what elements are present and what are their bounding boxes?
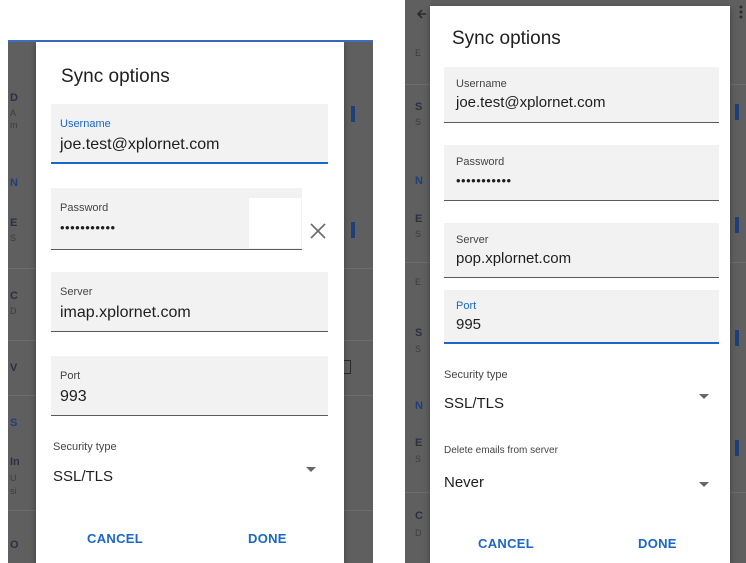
bg-toggle: [735, 330, 739, 346]
port-value: 993: [60, 388, 87, 405]
username-field[interactable]: Username joe.test@xplornet.com: [444, 67, 719, 123]
security-type-select[interactable]: Security type SSL/TLS: [51, 434, 328, 492]
server-value: pop.xplornet.com: [456, 250, 572, 267]
bg-toggle: [351, 106, 355, 122]
security-type-value: SSL/TLS: [53, 468, 114, 485]
dialog-title: Sync options: [452, 28, 561, 49]
bg-letter: N: [415, 175, 423, 187]
port-label: Port: [60, 370, 81, 382]
bg-letter: E: [415, 213, 423, 225]
server-field[interactable]: Server pop.xplornet.com: [444, 223, 719, 278]
bg-toggle: [735, 217, 739, 233]
dropdown-caret-icon: [699, 482, 709, 487]
bg-letter: N: [415, 400, 423, 412]
password-label: Password: [60, 202, 109, 214]
clear-button-area: [249, 198, 301, 248]
bg-letter: E: [415, 277, 422, 287]
username-label: Username: [60, 118, 111, 130]
port-label: Port: [456, 300, 477, 312]
cancel-button[interactable]: CANCEL: [87, 531, 143, 546]
sync-options-dialog: Sync options Username joe.test@xplornet.…: [430, 6, 730, 563]
bg-letter: D: [10, 306, 17, 316]
bg-letter: In: [10, 456, 20, 468]
overflow-menu-icon: [739, 5, 743, 19]
bg-toggle: [351, 222, 355, 238]
server-value: imap.xplornet.com: [60, 304, 191, 321]
username-label: Username: [456, 78, 507, 90]
security-type-label: Security type: [53, 441, 117, 453]
bg-letter: S: [415, 101, 423, 113]
done-button[interactable]: DONE: [638, 536, 677, 551]
back-arrow-icon: [416, 9, 426, 19]
bg-letter: S: [415, 117, 422, 127]
bg-letter: A: [10, 108, 17, 118]
bg-letter: m: [10, 120, 18, 130]
bg-letter: V: [10, 362, 18, 374]
port-field[interactable]: Port 995: [444, 290, 719, 344]
password-value: •••••••••••: [60, 220, 116, 235]
security-type-value: SSL/TLS: [444, 395, 505, 412]
security-type-label: Security type: [444, 369, 508, 381]
bg-letter: S: [10, 417, 18, 429]
right-screenshot: E S S N E S E S S N E S C D Sync options…: [405, 0, 746, 563]
password-field[interactable]: Password •••••••••••: [444, 145, 719, 201]
delete-emails-value: Never: [444, 474, 485, 491]
bg-letter: S: [415, 327, 423, 339]
delete-emails-select[interactable]: Delete emails from server Never: [444, 438, 719, 498]
bg-toggle: [735, 440, 739, 456]
port-field[interactable]: Port 993: [51, 356, 328, 416]
bg-letter: U: [10, 473, 17, 483]
password-value: •••••••••••: [456, 173, 512, 188]
bg-letter: D: [10, 92, 18, 104]
bg-letter: E: [415, 48, 422, 58]
port-value: 995: [456, 316, 482, 333]
sync-options-dialog: Sync options Username joe.test@xplornet.…: [36, 42, 344, 563]
server-field[interactable]: Server imap.xplornet.com: [51, 272, 328, 332]
bg-letter: S: [415, 344, 422, 354]
bg-letter: E: [415, 437, 423, 449]
username-value: joe.test@xplornet.com: [60, 136, 220, 153]
bg-letter: S: [415, 229, 422, 239]
username-field[interactable]: Username joe.test@xplornet.com: [51, 104, 328, 164]
done-button[interactable]: DONE: [248, 531, 287, 546]
bg-letter: D: [415, 528, 422, 538]
bg-letter: si: [10, 486, 17, 496]
bg-letter: C: [10, 290, 18, 302]
server-label: Server: [60, 286, 93, 298]
left-screenshot: D A m N E S C D V S In U si O Sync optio…: [8, 40, 373, 563]
bg-letter: S: [415, 454, 422, 464]
bg-letter: N: [10, 177, 18, 189]
clear-x-icon[interactable]: [309, 222, 327, 240]
security-type-select[interactable]: Security type SSL/TLS: [444, 362, 719, 418]
dropdown-caret-icon: [306, 467, 316, 472]
dropdown-caret-icon: [699, 394, 709, 399]
delete-emails-label: Delete emails from server: [444, 445, 558, 456]
username-value: joe.test@xplornet.com: [456, 94, 606, 111]
password-label: Password: [456, 156, 505, 168]
bg-letter: S: [10, 233, 17, 243]
bg-toggle: [735, 104, 739, 120]
dialog-title: Sync options: [61, 66, 170, 87]
server-label: Server: [456, 234, 489, 246]
cancel-button[interactable]: CANCEL: [478, 536, 534, 551]
bg-letter: C: [415, 510, 423, 522]
bg-letter: E: [10, 217, 18, 229]
bg-letter: O: [10, 539, 19, 551]
